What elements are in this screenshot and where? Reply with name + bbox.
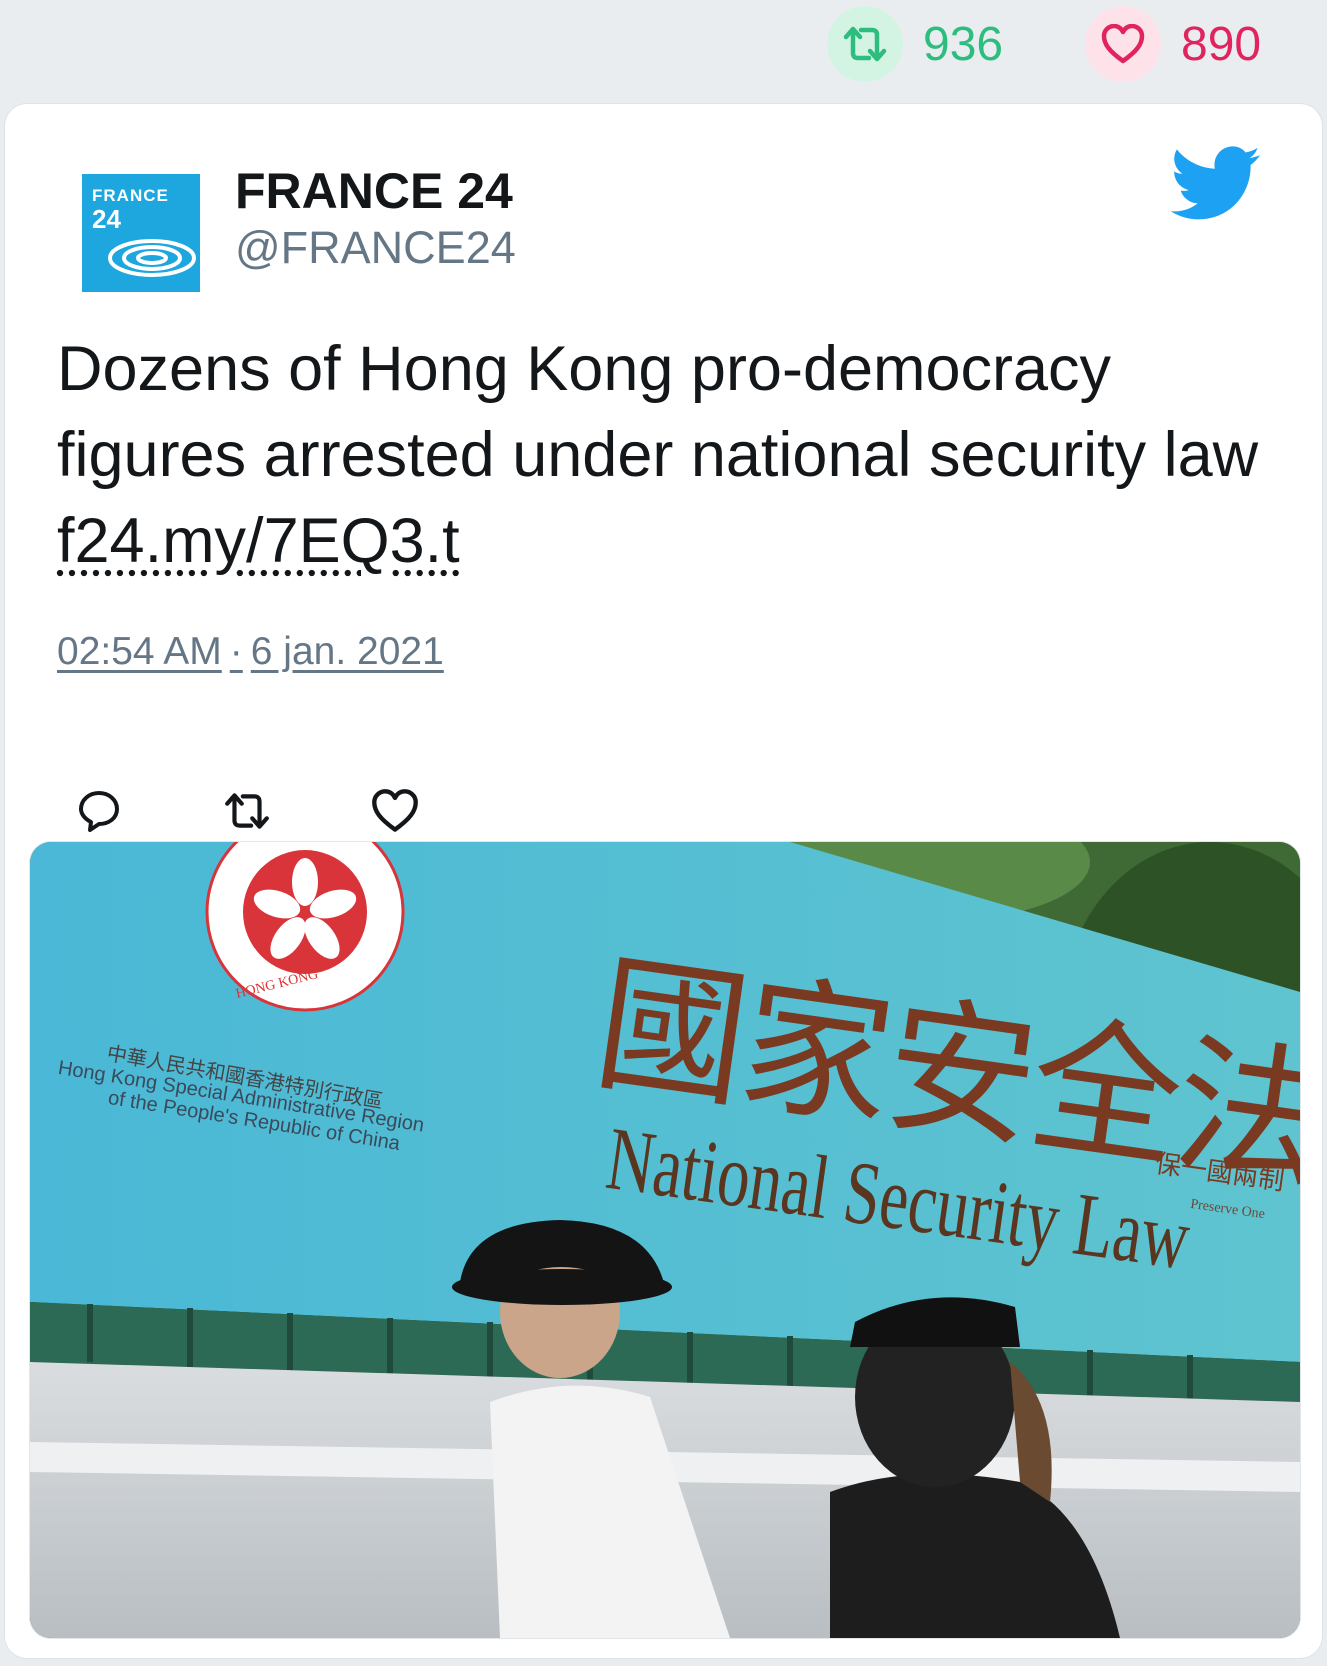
retweet-count: 936 — [923, 17, 1004, 71]
like-action-icon[interactable] — [371, 787, 419, 835]
retweet-action-icon[interactable] — [223, 787, 271, 835]
tweet-date: 6 jan. 2021 — [250, 630, 444, 673]
reply-icon[interactable] — [75, 787, 123, 835]
tweet-time: 02:54 AM — [57, 630, 222, 673]
account-handle[interactable]: @FRANCE24 — [235, 222, 516, 274]
tweet-body: Dozens of Hong Kong pro-democracy figure… — [57, 334, 1259, 490]
france24-logo: FRANCE 24 — [82, 174, 200, 292]
twitter-bird-icon[interactable] — [1170, 146, 1262, 227]
account-name[interactable]: FRANCE 24 — [235, 162, 513, 220]
retweet-icon — [827, 6, 903, 82]
avatar[interactable]: FRANCE 24 — [57, 149, 225, 317]
like-count: 890 — [1181, 17, 1262, 71]
tweet-text: Dozens of Hong Kong pro-democracy figure… — [57, 326, 1277, 584]
tweet-actions — [75, 787, 519, 835]
heart-icon — [1085, 6, 1161, 82]
timestamp-separator: · — [229, 630, 243, 673]
tweet-photo[interactable]: HONG KONG 中華人民共和國香港特別行政區 Hong Kong Speci… — [29, 841, 1301, 1639]
tweet-card: FRANCE 24 FRANCE 24 @FRANCE24 Dozens of … — [5, 104, 1322, 1658]
tweet-timestamp[interactable]: 02:54 AM · 6 jan. 2021 — [57, 630, 444, 674]
retweet-stat[interactable]: 936 — [827, 6, 1004, 82]
engagement-stats: 936 890 — [0, 0, 1327, 100]
tweet-link[interactable]: f24.my/7EQ3.t — [57, 506, 460, 576]
like-stat[interactable]: 890 — [1085, 6, 1262, 82]
